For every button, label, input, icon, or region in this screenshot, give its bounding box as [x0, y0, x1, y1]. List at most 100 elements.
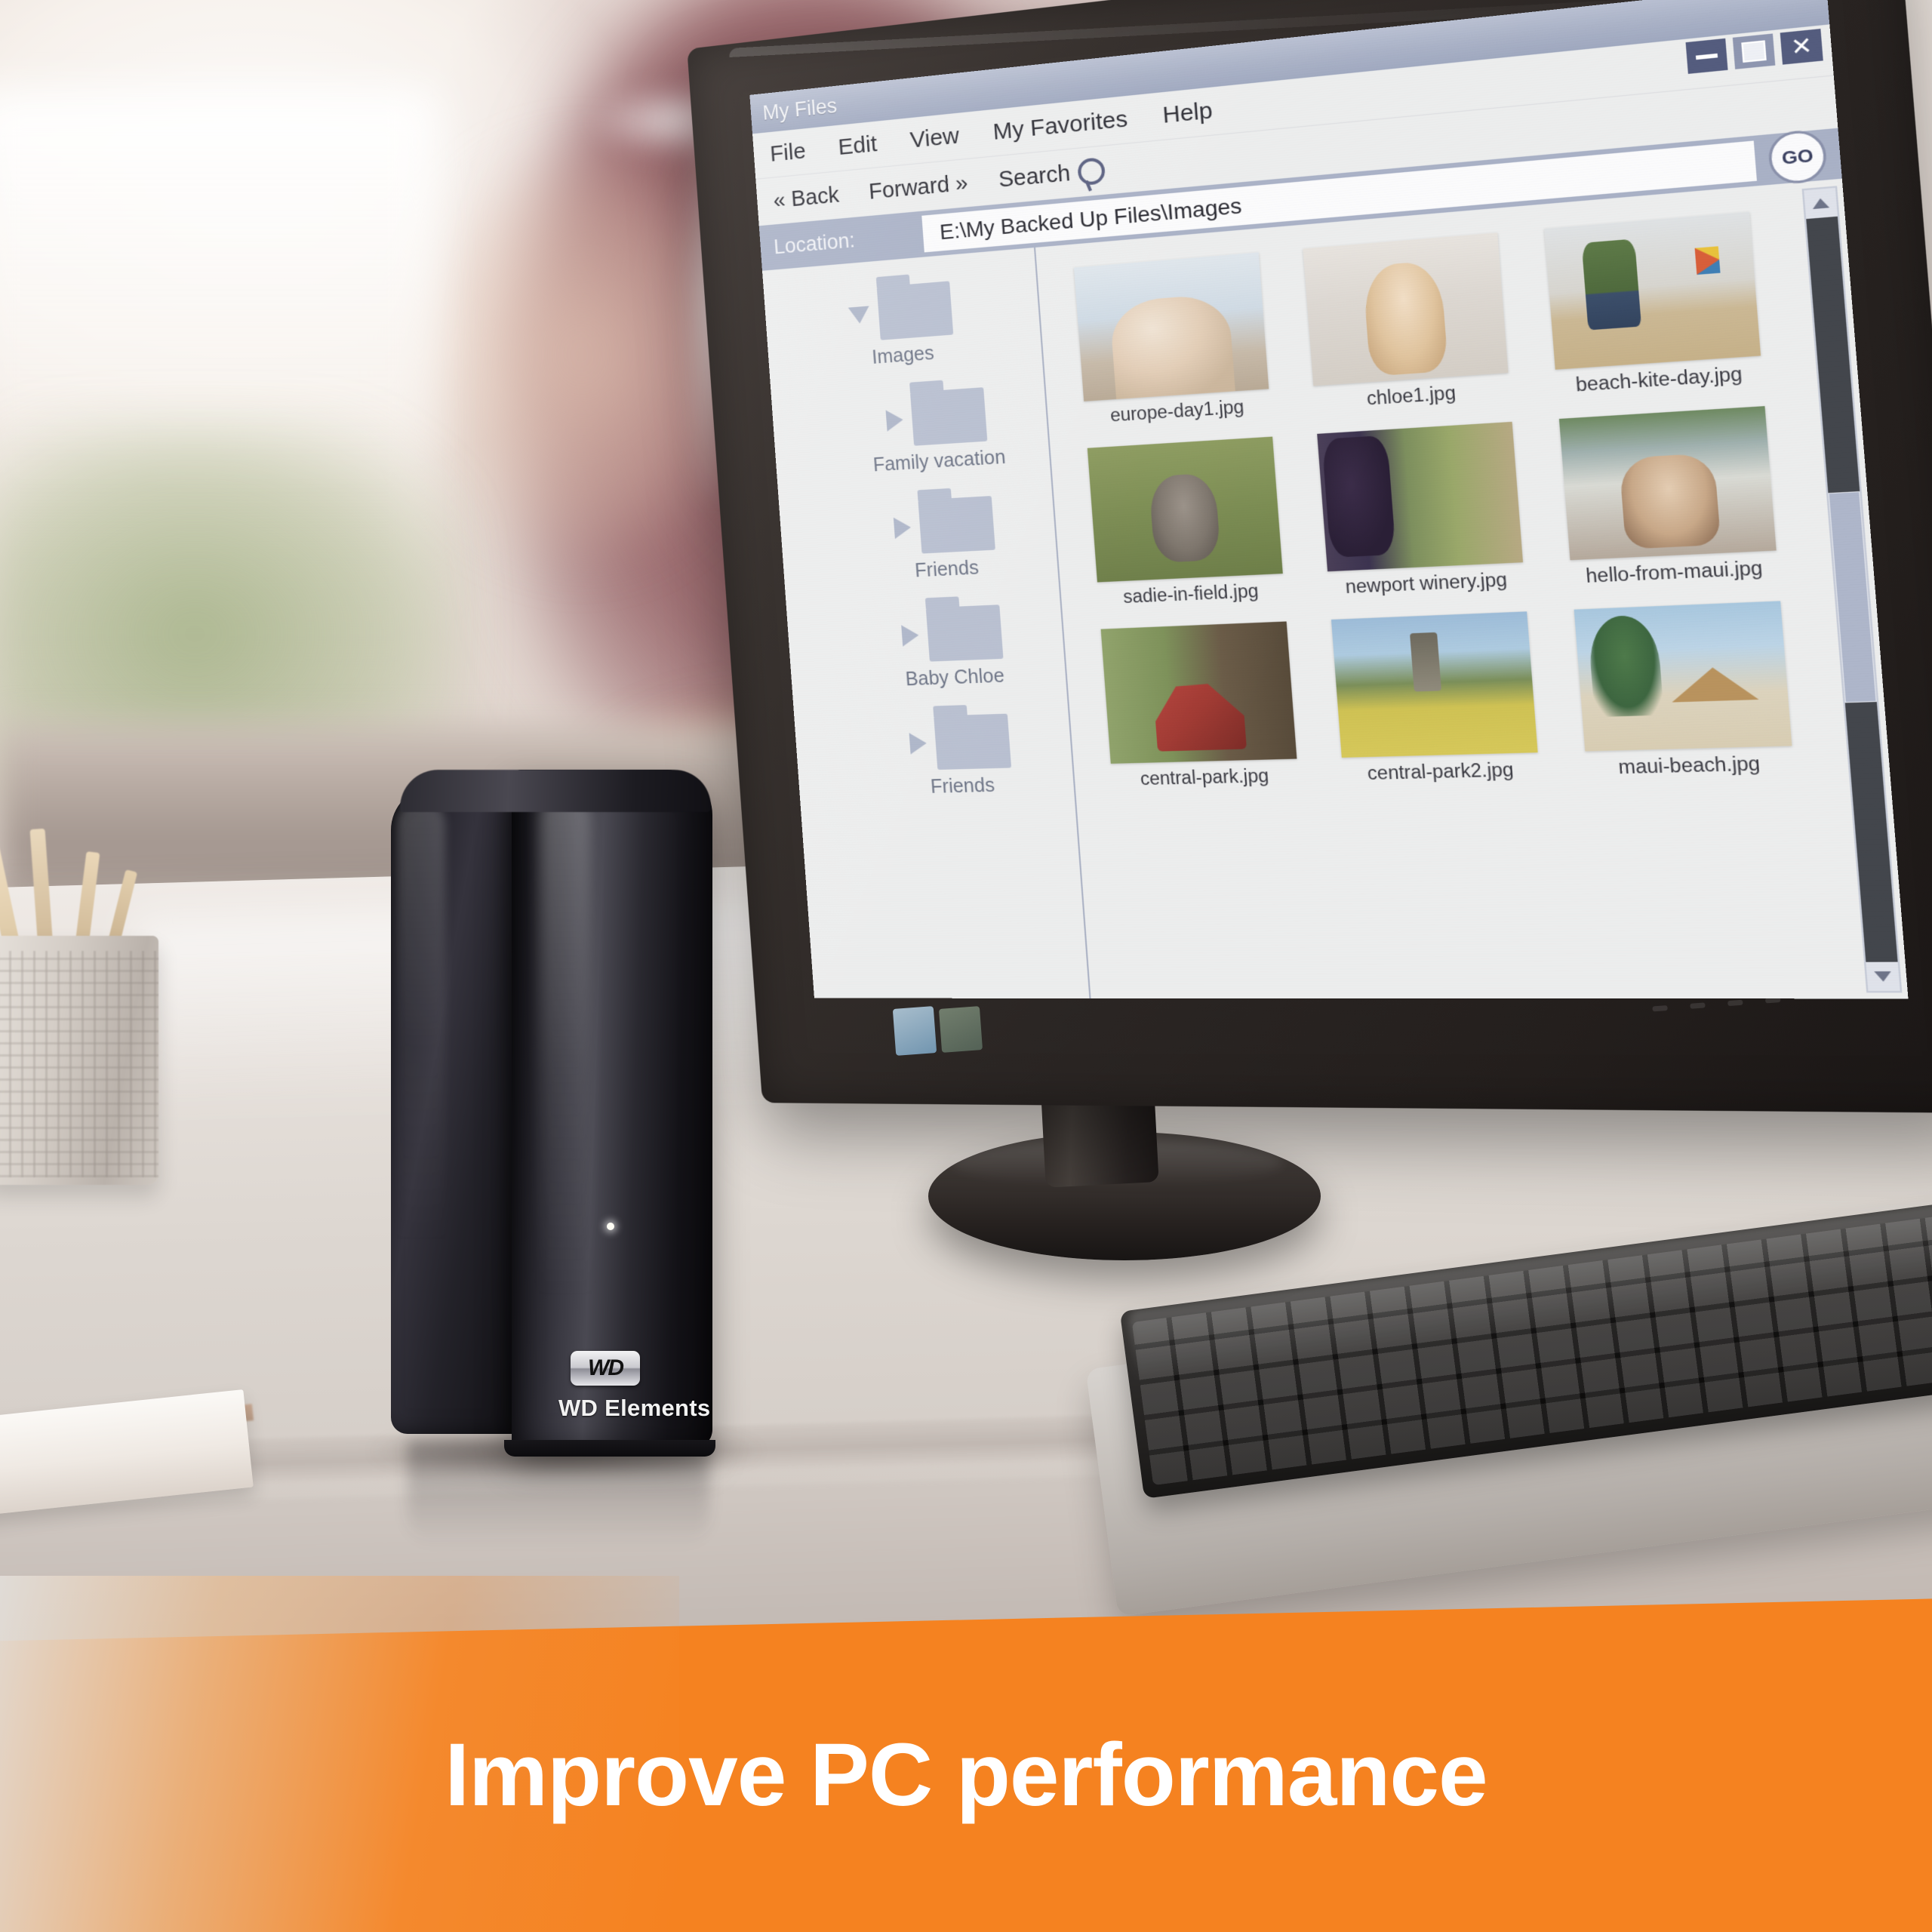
triangle-up-icon	[1811, 197, 1830, 210]
tree-item-label: Friends	[914, 556, 980, 582]
wd-logo-badge: WD	[571, 1351, 640, 1386]
file-thumbnail[interactable]	[1331, 611, 1538, 758]
menu-item-file[interactable]: File	[769, 138, 807, 167]
file-tile[interactable]: chloe1.jpg	[1294, 232, 1520, 414]
file-tile[interactable]: sadie-in-field.jpg	[1078, 436, 1294, 609]
photo-chloe1	[1303, 232, 1509, 386]
tree-item-label: Images	[871, 342, 935, 368]
file-grid-pane[interactable]: europe-day1.jpg chloe1.jpg beach-kite-da…	[1035, 179, 1908, 999]
tree-item-friends[interactable]: Friends	[834, 492, 1058, 586]
tree-item-label: Baby Chloe	[904, 665, 1005, 691]
file-tile[interactable]: hello-from-maui.jpg	[1549, 405, 1789, 589]
menu-item-view[interactable]: View	[909, 123, 961, 154]
file-tile[interactable]: newport winery.jpg	[1308, 421, 1535, 599]
close-button[interactable]: ✕	[1780, 29, 1823, 65]
chevron-right-icon[interactable]	[893, 516, 912, 540]
minimize-button[interactable]	[1685, 38, 1728, 74]
hard-drive-top	[400, 770, 711, 812]
file-name: europe-day1.jpg	[1109, 396, 1245, 426]
bezel-sticker	[938, 1006, 983, 1053]
file-thumbnail[interactable]	[1100, 621, 1297, 764]
beach-hut-shape	[1669, 666, 1759, 703]
forward-button[interactable]: Forward »	[868, 171, 969, 205]
product-name-label: WD Elements	[558, 1395, 711, 1421]
file-name: newport winery.jpg	[1344, 568, 1508, 598]
photo-hello-from-maui	[1558, 406, 1777, 561]
file-thumbnail[interactable]	[1303, 232, 1509, 386]
hard-drive-base	[504, 1440, 715, 1457]
maximize-icon	[1741, 40, 1767, 63]
file-thumbnail[interactable]	[1087, 436, 1283, 583]
file-tile[interactable]: europe-day1.jpg	[1066, 251, 1280, 428]
menu-item-help[interactable]: Help	[1161, 97, 1214, 129]
marketing-banner: Improve PC performance	[0, 1576, 1932, 1932]
folder-icon	[925, 605, 1004, 662]
photo-newport-winery	[1317, 421, 1524, 572]
file-thumbnail[interactable]	[1544, 211, 1761, 370]
file-name: chloe1.jpg	[1366, 382, 1457, 409]
folder-icon	[910, 387, 988, 446]
banner-headline: Improve PC performance	[445, 1725, 1487, 1825]
folder-tree-pane[interactable]: Images Family vacation Friends Baby Chlo…	[762, 247, 1091, 999]
chevron-right-icon[interactable]	[909, 732, 928, 755]
hard-drive-front-highlight	[539, 792, 592, 1426]
folder-icon	[918, 496, 995, 554]
product-marketing-image: WD WD Elements LED My Files	[0, 0, 1932, 1932]
go-button[interactable]: GO	[1753, 128, 1842, 186]
pencil-cup-mesh	[0, 951, 158, 1177]
file-thumbnail[interactable]	[1074, 252, 1269, 401]
monitor-button[interactable]	[1690, 1002, 1706, 1009]
scroll-up-arrow-icon[interactable]	[1804, 187, 1838, 220]
chevron-right-icon[interactable]	[885, 408, 904, 432]
hard-drive-side-highlight	[397, 800, 445, 1396]
tree-item-family-vacation[interactable]: Family vacation	[826, 383, 1051, 479]
file-name: central-park.jpg	[1139, 764, 1270, 789]
photo-maui-beach	[1574, 601, 1792, 752]
file-tile[interactable]: central-park.jpg	[1092, 621, 1308, 791]
tree-item-label: Friends	[930, 774, 995, 798]
search-icon	[1077, 156, 1106, 186]
file-thumbnail[interactable]	[1558, 406, 1777, 561]
file-thumbnail[interactable]	[1317, 421, 1524, 572]
file-thumbnail[interactable]	[1574, 601, 1792, 752]
file-tile[interactable]: maui-beach.jpg	[1564, 601, 1804, 780]
photo-europe-day1	[1074, 252, 1269, 401]
file-name: hello-from-maui.jpg	[1585, 557, 1764, 587]
maximize-button[interactable]	[1732, 33, 1776, 69]
menu-item-edit[interactable]: Edit	[838, 131, 878, 161]
wd-logo-text: WD	[588, 1355, 624, 1380]
tree-item-baby-chloe[interactable]: Baby Chloe	[841, 602, 1066, 694]
scrollbar-thumb[interactable]	[1828, 491, 1877, 703]
monitor-button[interactable]	[1727, 999, 1743, 1007]
tree-item-images[interactable]: Images	[764, 274, 1041, 377]
search-label: Search	[998, 160, 1072, 192]
file-tile[interactable]: beach-kite-day.jpg	[1534, 211, 1773, 398]
back-button[interactable]: « Back	[773, 183, 840, 214]
chevron-right-icon[interactable]	[901, 624, 920, 647]
scroll-down-arrow-icon[interactable]	[1866, 961, 1900, 992]
file-name: maui-beach.jpg	[1617, 752, 1761, 778]
desktop-monitor: LED My Files ✕ File Edit View My Favo	[687, 0, 1932, 1260]
file-name: sadie-in-field.jpg	[1122, 580, 1260, 608]
triangle-down-icon	[1874, 971, 1892, 982]
minimize-icon	[1695, 53, 1718, 60]
file-name: beach-kite-day.jpg	[1574, 362, 1743, 396]
go-label: GO	[1767, 128, 1829, 186]
power-led-indicator	[607, 1223, 614, 1230]
photo-beach-kite-day	[1544, 211, 1761, 370]
photo-central-park	[1100, 621, 1297, 764]
photo-central-park2	[1331, 611, 1538, 758]
explorer-body: Images Family vacation Friends Baby Chlo…	[762, 178, 1909, 999]
file-tile[interactable]: central-park2.jpg	[1322, 611, 1549, 786]
bezel-sticker	[892, 1006, 937, 1056]
chevron-down-icon[interactable]	[848, 306, 871, 325]
kite-shape	[1694, 246, 1721, 275]
menu-item-my-favorites[interactable]: My Favorites	[992, 106, 1129, 146]
search-button[interactable]: Search	[998, 156, 1106, 193]
monitor-button[interactable]	[1652, 1004, 1668, 1012]
tree-item-friends-2[interactable]: Friends	[849, 712, 1074, 800]
close-icon: ✕	[1789, 32, 1814, 61]
wd-elements-hard-drive: WD WD Elements	[391, 770, 723, 1457]
photo-sadie-in-field	[1087, 436, 1283, 583]
tree-item-label: Family vacation	[872, 446, 1007, 476]
